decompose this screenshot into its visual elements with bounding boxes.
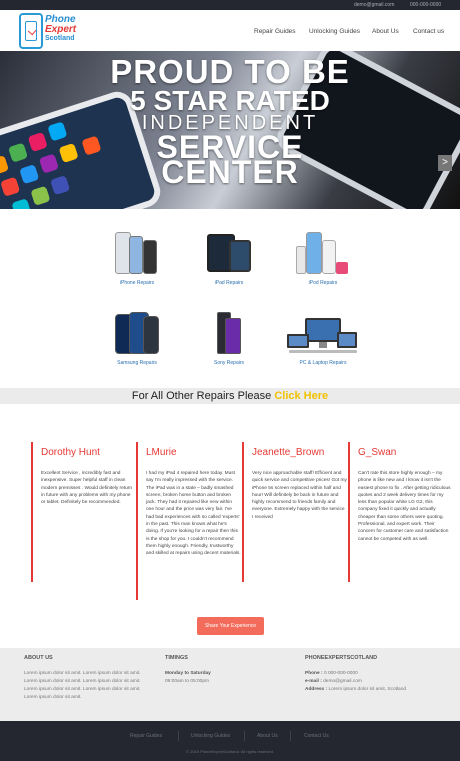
footer-address-label: Address : [305,687,328,692]
logo-phone-icon[interactable] [19,13,43,49]
product-label: PC & Laptop Repairs [299,360,347,366]
logo-line-2: Expert [45,23,77,35]
testimonial-card: Dorothy Hunt Excellent Service , incredi… [31,442,132,582]
hero-slider: PROUD TO BE 5 STAR RATED INDEPENDENT SER… [0,51,460,209]
other-repairs-banner: For All Other Repairs Please Click Here [0,388,460,404]
product-samsung[interactable]: Samsung Repairs [102,312,172,366]
footer: ABOUT US Lorem ipsum dolor sit amit. Lor… [0,648,460,721]
bottom-divider [178,731,179,741]
bottom-link-repair-guides[interactable]: Repair Guides [130,733,162,739]
testimonial-name: G_Swan [358,447,397,458]
footer-timings-hours: 09:00am to 05:00pm [165,679,210,684]
product-ipod[interactable]: iPod Repairs [288,232,358,286]
top-bar: demo@gmail.com 000-000-0000 [0,0,460,10]
footer-email-value[interactable]: demo@gmail.com [323,679,362,684]
share-experience-button[interactable]: Share Your Experience [197,617,264,635]
footer-timings-days: Monday to Saturday [165,671,211,676]
hero-line-5: CENTER [161,154,299,190]
testimonial-card: Jeanette_Brown Very nice approachable st… [242,442,347,582]
testimonial-name: Dorothy Hunt [41,447,100,458]
logo[interactable]: Phone Expert Scotland [45,15,76,44]
testimonial-text: Very nice approachable staff! Efficient … [252,471,347,520]
bottom-link-unlocking-guides[interactable]: Unlocking Guides [191,733,230,739]
nav-repair-guides[interactable]: Repair Guides [254,28,296,35]
samsung-phones-icon [113,312,161,356]
testimonial-card: LMurie I had my iPad 4 repaired here tod… [136,442,241,600]
copyright: © 2015 PhoneExpertScotland. All rights r… [186,749,274,754]
footer-timings-title: TIMINGS [165,655,188,661]
product-label: Sony Repairs [213,360,244,366]
pc-laptop-icon [287,312,359,356]
footer-phone: Phone : 0 000-000-0000 [305,670,358,678]
footer-phone-value[interactable]: 0 000-000-0000 [324,671,358,676]
testimonial-accent-bar [348,442,350,582]
footer-address-value: Lorem ipsum dolor sit amit, Scotland [328,687,407,692]
footer-about-text: Lorem ipsum dolor sit amit. Lorem ipsum … [24,671,141,700]
bottom-bar: Repair Guides Unlocking Guides About Us … [0,721,460,761]
ipod-group-icon [296,232,350,276]
bottom-link-contact-us[interactable]: Contact Us [304,733,329,739]
footer-email: e-mail : demo@gmail.com [305,678,362,686]
product-label: iPhone Repairs [119,280,155,286]
product-label: iPad Repairs [214,280,244,286]
testimonial-name: Jeanette_Brown [252,447,325,458]
testimonial-card: G_Swan Can't rate this store highly enou… [348,442,451,582]
topbar-email[interactable]: demo@gmail.com [354,2,394,8]
testimonial-accent-bar [136,442,138,600]
site-header: Phone Expert Scotland Repair Guides Unlo… [0,10,460,51]
product-label: iPod Repairs [308,280,338,286]
iphone-group-icon [113,232,161,276]
testimonial-text: I had my iPad 4 repaired here today. Mus… [146,471,241,557]
footer-address: Address : Lorem ipsum dolor sit amit, Sc… [305,686,406,694]
testimonial-name: LMurie [146,447,177,458]
click-here-link[interactable]: Click Here [274,390,328,402]
sony-phones-icon [205,312,253,356]
footer-email-label: e-mail : [305,679,322,684]
ipad-group-icon [205,232,253,276]
nav-about-us[interactable]: About Us [372,28,399,35]
product-pc-laptop[interactable]: PC & Laptop Repairs [285,312,361,366]
logo-line-3: Scotland [45,35,75,42]
testimonial-text: Excellent Service , incredibly fast and … [41,471,133,506]
footer-about-title: ABOUT US [24,655,53,661]
nav-contact-us[interactable]: Contact us [413,28,444,35]
product-label: Samsung Repairs [117,360,157,366]
product-ipad[interactable]: iPad Repairs [194,232,264,286]
product-sony[interactable]: Sony Repairs [194,312,264,366]
topbar-phone[interactable]: 000-000-0000 [410,2,441,8]
testimonial-accent-bar [242,442,244,582]
bottom-divider [290,731,291,741]
banner-text: For All Other Repairs Please [131,390,275,402]
product-iphone[interactable]: iPhone Repairs [102,232,172,286]
testimonial-accent-bar [31,442,33,582]
bottom-link-about-us[interactable]: About Us [257,733,278,739]
slider-next-arrow-icon[interactable]: > [438,155,452,171]
footer-phone-label: Phone : [305,671,323,676]
footer-company-title: PHONEEXPERTSCOTLAND [305,655,378,661]
testimonial-text: Can't rate this store highly enough – my… [358,471,451,542]
bottom-divider [244,731,245,741]
nav-unlocking-guides[interactable]: Unlocking Guides [309,28,360,35]
